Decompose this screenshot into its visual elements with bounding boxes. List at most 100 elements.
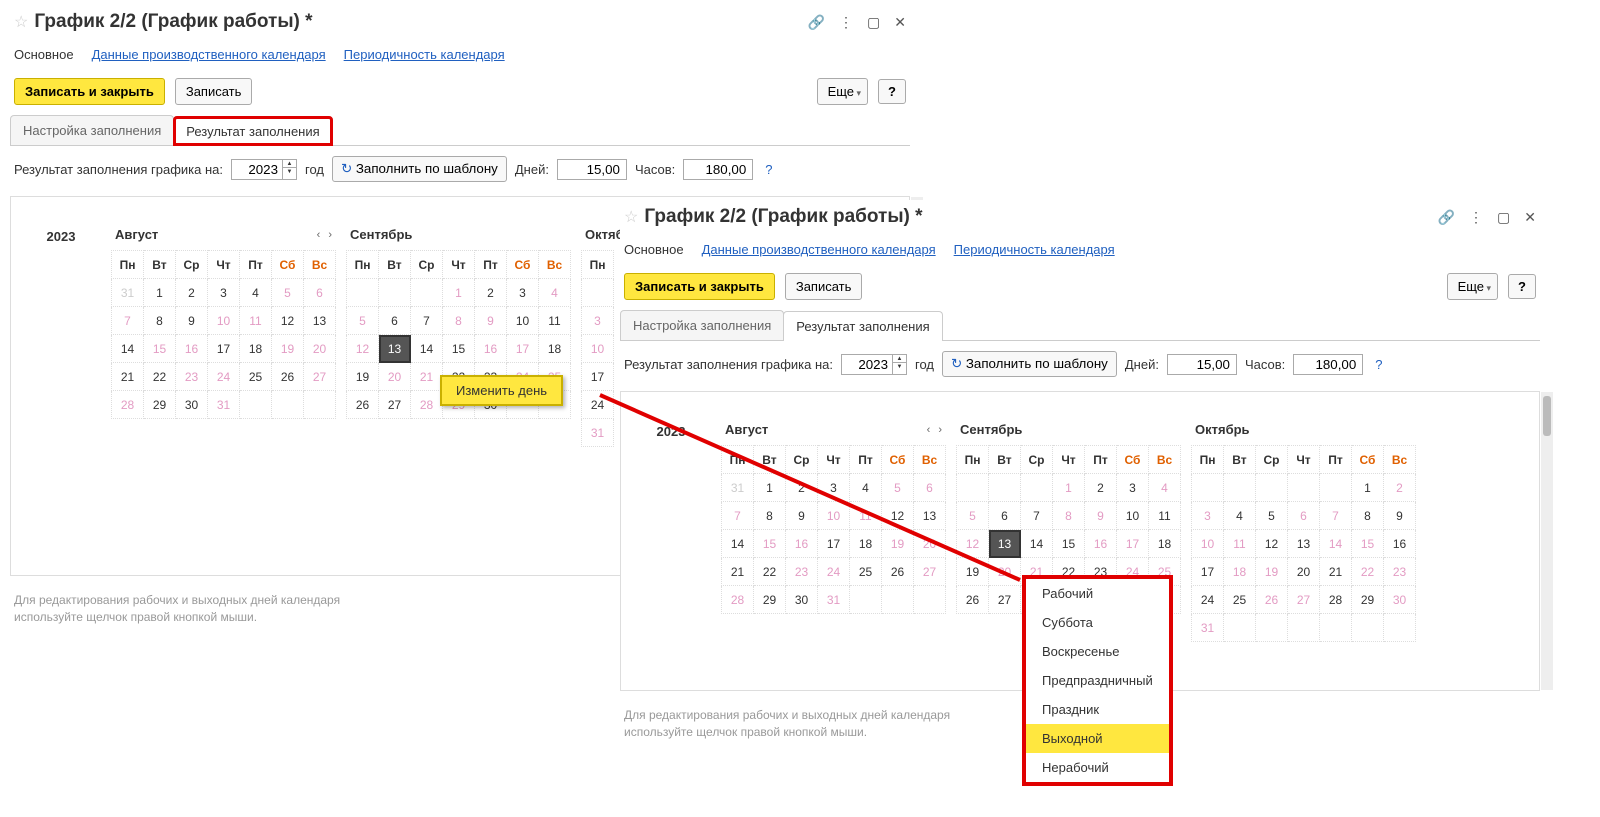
calendar-day[interactable]: 20 — [989, 558, 1021, 586]
calendar-day[interactable]: 15 — [144, 335, 176, 363]
calendar-day[interactable]: 3 — [507, 279, 539, 307]
nav-main[interactable]: Основное — [624, 242, 684, 257]
calendar-day[interactable]: 24 — [208, 363, 240, 391]
calendar-day[interactable]: 7 — [1320, 502, 1352, 530]
calendar-day[interactable]: 26 — [1256, 586, 1288, 614]
days-input[interactable] — [1167, 354, 1237, 375]
save-button[interactable]: Записать — [785, 273, 863, 300]
calendar-day[interactable]: 10 — [1192, 530, 1224, 558]
calendar-day[interactable]: 8 — [1352, 502, 1384, 530]
calendar-day[interactable]: 3 — [818, 474, 850, 502]
calendar-day[interactable]: 3 — [582, 307, 614, 335]
calendar-day[interactable] — [989, 474, 1021, 502]
calendar-day[interactable]: 24 — [818, 558, 850, 586]
calendar-day[interactable] — [272, 391, 304, 419]
calendar-day[interactable]: 16 — [786, 530, 818, 558]
calendar-day[interactable]: 27 — [379, 391, 411, 419]
save-close-button[interactable]: Записать и закрыть — [624, 273, 775, 300]
calendar-day[interactable]: 11 — [539, 307, 571, 335]
calendar-day[interactable] — [1256, 614, 1288, 642]
calendar-day[interactable]: 17 — [582, 363, 614, 391]
calendar-day[interactable]: 28 — [112, 391, 144, 419]
nav-main[interactable]: Основное — [14, 47, 74, 62]
context-menu-item[interactable]: Воскресенье — [1026, 637, 1169, 666]
calendar-day[interactable]: 31 — [582, 419, 614, 447]
calendar-day[interactable]: 25 — [850, 558, 882, 586]
calendar-day[interactable] — [1192, 474, 1224, 502]
calendar-day[interactable] — [1256, 474, 1288, 502]
more-button[interactable]: Еще — [1447, 273, 1498, 300]
calendar-day[interactable]: 11 — [240, 307, 272, 335]
calendar-day[interactable]: 30 — [176, 391, 208, 419]
calendar-day[interactable]: 18 — [1149, 530, 1181, 558]
calendar-day[interactable]: 20 — [1288, 558, 1320, 586]
calendar-day[interactable]: 13 — [1288, 530, 1320, 558]
next-month-icon[interactable]: › — [938, 424, 942, 436]
calendar-day[interactable] — [1021, 474, 1053, 502]
calendar-day[interactable]: 8 — [1053, 502, 1085, 530]
calendar-day[interactable]: 5 — [1256, 502, 1288, 530]
calendar-day[interactable]: 31 — [1192, 614, 1224, 642]
calendar-day[interactable]: 16 — [475, 335, 507, 363]
calendar-grid[interactable]: ПнВтСрЧтПтСбВс31123456789101112131415161… — [111, 250, 336, 419]
calendar-day[interactable]: 26 — [882, 558, 914, 586]
calendar-day[interactable]: 11 — [1149, 502, 1181, 530]
context-menu-item[interactable]: Предпраздничный — [1026, 666, 1169, 695]
calendar-day[interactable]: 7 — [411, 307, 443, 335]
calendar-day[interactable]: 19 — [957, 558, 989, 586]
calendar-day[interactable]: 29 — [1352, 586, 1384, 614]
tab-settings[interactable]: Настройка заполнения — [10, 115, 174, 145]
calendar-day[interactable]: 13 — [304, 307, 336, 335]
calendar-day[interactable]: 11 — [850, 502, 882, 530]
calendar-grid[interactable]: ПнВтСрЧтПтСбВс31123456789101112131415161… — [721, 445, 946, 614]
help-inline-icon[interactable]: ? — [765, 162, 772, 177]
calendar-day[interactable]: 31 — [208, 391, 240, 419]
calendar-day[interactable]: 14 — [411, 335, 443, 363]
calendar-day[interactable] — [379, 279, 411, 307]
calendar-day[interactable]: 12 — [1256, 530, 1288, 558]
calendar-day[interactable] — [1224, 614, 1256, 642]
calendar-grid[interactable]: Пн310172431 — [581, 250, 614, 447]
calendar-day[interactable]: 15 — [754, 530, 786, 558]
calendar-day[interactable]: 17 — [208, 335, 240, 363]
calendar-day[interactable]: 4 — [539, 279, 571, 307]
close-icon[interactable]: ✕ — [894, 14, 906, 31]
calendar-day[interactable]: 14 — [722, 530, 754, 558]
calendar-day[interactable] — [1224, 474, 1256, 502]
more-button[interactable]: Еще — [817, 78, 868, 105]
calendar-day[interactable]: 15 — [1352, 530, 1384, 558]
nav-prod-data[interactable]: Данные производственного календаря — [92, 47, 326, 62]
nav-prod-data[interactable]: Данные производственного календаря — [702, 242, 936, 257]
calendar-day[interactable]: 1 — [1352, 474, 1384, 502]
calendar-day[interactable]: 10 — [1117, 502, 1149, 530]
calendar-day[interactable]: 29 — [754, 586, 786, 614]
context-menu-item[interactable]: Рабочий — [1026, 579, 1169, 608]
calendar-day[interactable]: 24 — [1192, 586, 1224, 614]
help-button[interactable]: ? — [1508, 274, 1536, 299]
calendar-day[interactable] — [1320, 614, 1352, 642]
calendar-day[interactable]: 3 — [208, 279, 240, 307]
prev-month-icon[interactable]: ‹ — [927, 424, 931, 436]
close-icon[interactable]: ✕ — [1524, 209, 1536, 226]
help-button[interactable]: ? — [878, 79, 906, 104]
calendar-day[interactable] — [1384, 614, 1416, 642]
calendar-day[interactable]: 29 — [144, 391, 176, 419]
calendar-day[interactable] — [304, 391, 336, 419]
context-menu-item[interactable]: Нерабочий — [1026, 753, 1169, 782]
calendar-day[interactable]: 27 — [989, 586, 1021, 614]
calendar-day[interactable]: 4 — [1224, 502, 1256, 530]
calendar-day[interactable]: 5 — [347, 307, 379, 335]
calendar-day[interactable]: 25 — [240, 363, 272, 391]
calendar-day[interactable]: 10 — [208, 307, 240, 335]
calendar-day[interactable]: 14 — [1320, 530, 1352, 558]
calendar-day[interactable]: 13 — [989, 530, 1021, 558]
calendar-day[interactable]: 3 — [1192, 502, 1224, 530]
calendar-day[interactable]: 26 — [272, 363, 304, 391]
calendar-day[interactable]: 12 — [272, 307, 304, 335]
calendar-day[interactable]: 15 — [443, 335, 475, 363]
calendar-day[interactable]: 23 — [1384, 558, 1416, 586]
calendar-day[interactable]: 24 — [582, 391, 614, 419]
calendar-day[interactable]: 9 — [1384, 502, 1416, 530]
calendar-day[interactable]: 1 — [1053, 474, 1085, 502]
calendar-day[interactable]: 18 — [850, 530, 882, 558]
